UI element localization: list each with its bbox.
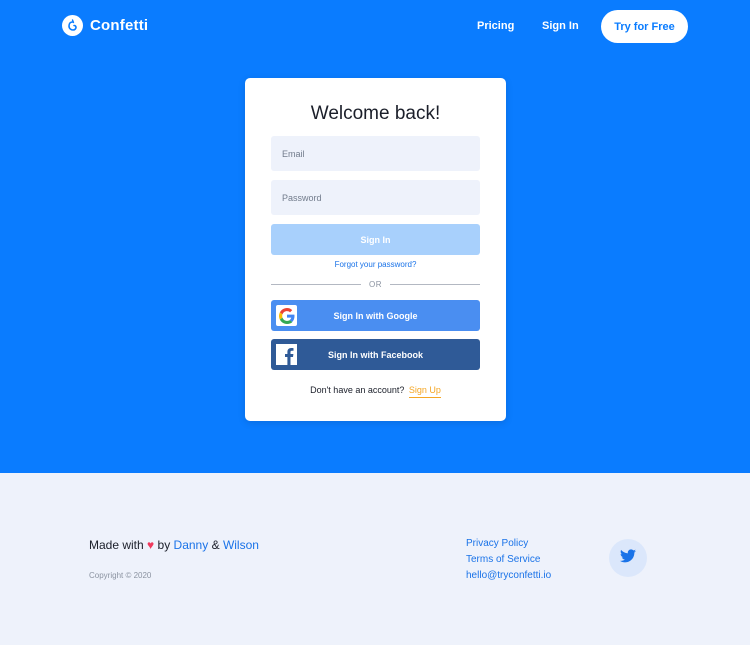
google-sign-in-button[interactable]: Sign In with Google <box>271 300 480 331</box>
ampersand-text: & <box>211 538 220 552</box>
email-field[interactable]: Email <box>271 136 480 171</box>
no-account-text: Don't have an account? <box>310 385 405 395</box>
sign-in-button[interactable]: Sign In <box>271 224 480 255</box>
logo[interactable]: Confetti <box>62 15 148 36</box>
copyright-text: Copyright © 2020 <box>89 571 152 580</box>
nav-sign-in-link[interactable]: Sign In <box>542 20 579 32</box>
google-icon <box>276 305 297 326</box>
author-danny-link[interactable]: Danny <box>174 538 209 552</box>
nav-pricing-link[interactable]: Pricing <box>477 20 514 32</box>
by-text: by <box>157 538 171 552</box>
privacy-policy-link[interactable]: Privacy Policy <box>466 538 551 549</box>
author-wilson-link[interactable]: Wilson <box>223 538 259 552</box>
or-text: OR <box>369 280 382 289</box>
forgot-password-link: Forgot your password? <box>245 260 506 269</box>
facebook-sign-in-button[interactable]: Sign In with Facebook <box>271 339 480 370</box>
signup-prompt: Don't have an account? Sign Up <box>245 385 506 398</box>
google-button-label: Sign In with Google <box>333 310 418 321</box>
made-with-text: Made with <box>89 538 144 552</box>
sign-in-card: Welcome back! Email Password Sign In For… <box>245 78 506 421</box>
confetti-logo-icon <box>62 15 83 36</box>
divider-line-left <box>271 284 361 285</box>
forgot-password-text[interactable]: Forgot your password? <box>335 260 417 269</box>
contact-email-link[interactable]: hello@tryconfetti.io <box>466 570 551 581</box>
made-with-credit: Made with ♥ by Danny & Wilson <box>89 538 259 552</box>
try-for-free-button[interactable]: Try for Free <box>601 10 688 43</box>
or-divider: OR <box>271 280 480 289</box>
twitter-icon <box>620 548 636 568</box>
footer-links: Privacy Policy Terms of Service hello@tr… <box>466 538 551 581</box>
password-field[interactable]: Password <box>271 180 480 215</box>
facebook-icon <box>276 344 297 365</box>
hero-section: Confetti Pricing Sign In Try for Free We… <box>0 0 750 473</box>
logo-text: Confetti <box>90 17 149 34</box>
heart-icon: ♥ <box>147 538 155 552</box>
facebook-button-label: Sign In with Facebook <box>327 349 423 360</box>
terms-of-service-link[interactable]: Terms of Service <box>466 554 551 565</box>
sign-up-link[interactable]: Sign Up <box>408 385 441 398</box>
card-title: Welcome back! <box>310 103 441 124</box>
twitter-button[interactable] <box>609 539 647 577</box>
divider-line-right <box>390 284 480 285</box>
